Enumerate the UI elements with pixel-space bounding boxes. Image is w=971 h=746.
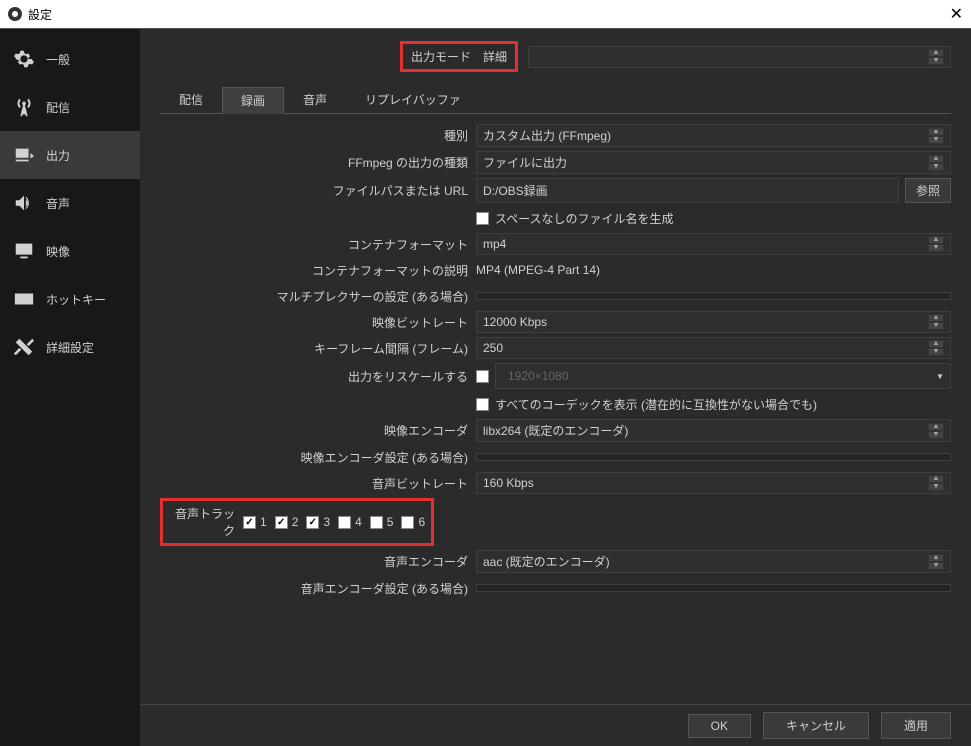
track-2-checkbox[interactable] [275, 516, 288, 529]
tab-audio[interactable]: 音声 [284, 86, 346, 113]
keyframe-input[interactable]: 250 ▲▼ [476, 337, 951, 359]
chevron-up-icon[interactable]: ▲ [928, 49, 944, 57]
audio-track-label: 音声トラック [169, 505, 235, 539]
chevron-down-icon[interactable]: ▼ [928, 57, 944, 65]
close-icon[interactable]: ✕ [950, 4, 963, 24]
track-1-checkbox[interactable] [243, 516, 256, 529]
muxer-label: マルチプレクサーの設定 (ある場合) [160, 288, 476, 305]
titlebar: 設定 ✕ [0, 0, 971, 28]
output-mode-highlight: 出力モード 詳細 [400, 41, 518, 72]
tab-recording[interactable]: 録画 [222, 87, 284, 114]
container-desc-label: コンテナフォーマットの説明 [160, 262, 476, 279]
container-label: コンテナフォーマット [160, 236, 476, 253]
video-bitrate-label: 映像ビットレート [160, 314, 476, 331]
nospace-label: スペースなしのファイル名を生成 [495, 210, 674, 227]
sidebar-item-label: 映像 [46, 243, 70, 260]
container-dropdown[interactable]: mp4 ▲▼ [476, 233, 951, 255]
sidebar-item-label: 出力 [46, 147, 70, 164]
track-6-checkbox[interactable] [401, 516, 414, 529]
gear-icon [12, 47, 36, 71]
sidebar-item-label: 一般 [46, 51, 70, 68]
rescale-dropdown[interactable]: 1920×1080 ▼ [495, 363, 951, 389]
track-4-checkbox[interactable] [338, 516, 351, 529]
show-all-codecs-label: すべてのコーデックを表示 (潜在的に互換性がない場合でも) [495, 396, 817, 413]
sidebar-item-general[interactable]: 一般 [0, 35, 140, 83]
sidebar: 一般 配信 出力 音声 映像 ホットキー [0, 29, 140, 746]
speaker-icon [12, 191, 36, 215]
rescale-checkbox[interactable] [476, 370, 489, 383]
show-all-codecs-checkbox[interactable] [476, 398, 489, 411]
button-bar: OK キャンセル 適用 [140, 704, 971, 746]
audio-track-highlight: 音声トラック 1 2 3 4 5 6 [160, 498, 434, 546]
audio-encoder-label: 音声エンコーダ [160, 553, 476, 570]
nospace-checkbox[interactable] [476, 212, 489, 225]
cancel-button[interactable]: キャンセル [763, 712, 869, 739]
filepath-input[interactable]: D:/OBS録画 [476, 178, 899, 203]
track-5-checkbox[interactable] [370, 516, 383, 529]
sidebar-item-label: 詳細設定 [46, 339, 94, 356]
audio-encoder-settings-input[interactable] [476, 584, 951, 592]
sidebar-item-label: ホットキー [46, 291, 106, 308]
app-icon [8, 7, 22, 21]
window-title: 設定 [28, 6, 52, 23]
tab-replay[interactable]: リプレイバッファ [346, 86, 480, 113]
keyboard-icon [12, 287, 36, 311]
filepath-label: ファイルパスまたは URL [160, 182, 476, 199]
video-encoder-settings-input[interactable] [476, 453, 951, 461]
audio-bitrate-input[interactable]: 160 Kbps ▲▼ [476, 472, 951, 494]
container-desc-value: MP4 (MPEG-4 Part 14) [476, 260, 600, 280]
monitor-icon [12, 239, 36, 263]
video-encoder-label: 映像エンコーダ [160, 422, 476, 439]
audio-encoder-settings-label: 音声エンコーダ設定 (ある場合) [160, 580, 476, 597]
output-mode-value[interactable]: 詳細 [483, 48, 507, 65]
ffmpeg-output-type-dropdown[interactable]: ファイルに出力 ▲▼ [476, 151, 951, 174]
audio-encoder-dropdown[interactable]: aac (既定のエンコーダ) ▲▼ [476, 550, 951, 573]
output-mode-dropdown[interactable]: ▲▼ [528, 46, 951, 68]
sidebar-item-label: 音声 [46, 195, 70, 212]
output-mode-label: 出力モード [411, 48, 471, 65]
antenna-icon [12, 95, 36, 119]
video-encoder-dropdown[interactable]: libx264 (既定のエンコーダ) ▲▼ [476, 419, 951, 442]
sidebar-item-advanced[interactable]: 詳細設定 [0, 323, 140, 371]
tab-stream[interactable]: 配信 [160, 86, 222, 113]
sidebar-item-audio[interactable]: 音声 [0, 179, 140, 227]
video-bitrate-input[interactable]: 12000 Kbps ▲▼ [476, 311, 951, 333]
video-encoder-settings-label: 映像エンコーダ設定 (ある場合) [160, 449, 476, 466]
sidebar-item-stream[interactable]: 配信 [0, 83, 140, 131]
sidebar-item-label: 配信 [46, 99, 70, 116]
sidebar-item-output[interactable]: 出力 [0, 131, 140, 179]
browse-button[interactable]: 参照 [905, 178, 951, 203]
type-label: 種別 [160, 127, 476, 144]
ffmpeg-output-type-label: FFmpeg の出力の種類 [160, 154, 476, 171]
type-dropdown[interactable]: カスタム出力 (FFmpeg) ▲▼ [476, 124, 951, 147]
track-3-checkbox[interactable] [306, 516, 319, 529]
sidebar-item-hotkeys[interactable]: ホットキー [0, 275, 140, 323]
rescale-label: 出力をリスケールする [160, 368, 476, 385]
audio-bitrate-label: 音声ビットレート [160, 475, 476, 492]
tools-icon [12, 335, 36, 359]
sidebar-item-video[interactable]: 映像 [0, 227, 140, 275]
keyframe-label: キーフレーム間隔 (フレーム) [160, 340, 476, 357]
tabs: 配信 録画 音声 リプレイバッファ [160, 86, 951, 114]
apply-button[interactable]: 適用 [881, 712, 951, 739]
ok-button[interactable]: OK [688, 714, 751, 738]
output-icon [12, 143, 36, 167]
muxer-input[interactable] [476, 292, 951, 300]
